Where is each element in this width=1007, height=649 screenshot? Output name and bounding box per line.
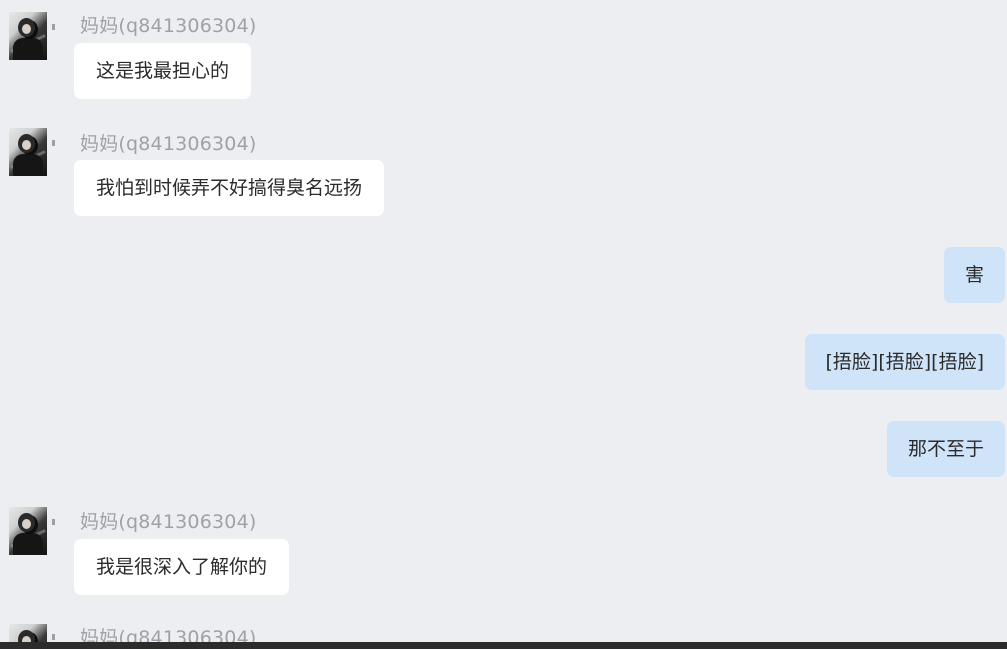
divider-mark: [52, 519, 55, 525]
outgoing-message-bubble[interactable]: [捂脸][捂脸][捂脸]: [804, 334, 1005, 390]
sender-avatar[interactable]: [9, 12, 47, 60]
outgoing-message-bubble[interactable]: 那不至于: [886, 421, 1005, 477]
sender-avatar[interactable]: [9, 507, 47, 555]
bottom-edge-bar: [0, 642, 1007, 649]
divider-mark: [52, 634, 55, 640]
sender-name: 妈妈(q841306304): [80, 133, 257, 155]
sender-name: 妈妈(q841306304): [80, 511, 257, 533]
incoming-message-bubble[interactable]: 我怕到时候弄不好搞得臭名远扬: [74, 160, 385, 216]
outgoing-message-bubble[interactable]: 害: [943, 247, 1005, 303]
sender-avatar[interactable]: [9, 624, 47, 642]
sender-name: 妈妈(q841306304): [80, 627, 257, 642]
sender-name: 妈妈(q841306304): [80, 15, 257, 37]
sender-avatar[interactable]: [9, 128, 47, 176]
incoming-message-bubble[interactable]: 我是很深入了解你的: [74, 539, 290, 595]
chat-message-area[interactable]: 妈妈(q841306304) 这是我最担心的 妈妈(q841306304) 我怕…: [0, 0, 1007, 642]
incoming-message-bubble[interactable]: 这是我最担心的: [74, 43, 252, 99]
divider-mark: [52, 140, 55, 146]
divider-mark: [52, 24, 55, 30]
